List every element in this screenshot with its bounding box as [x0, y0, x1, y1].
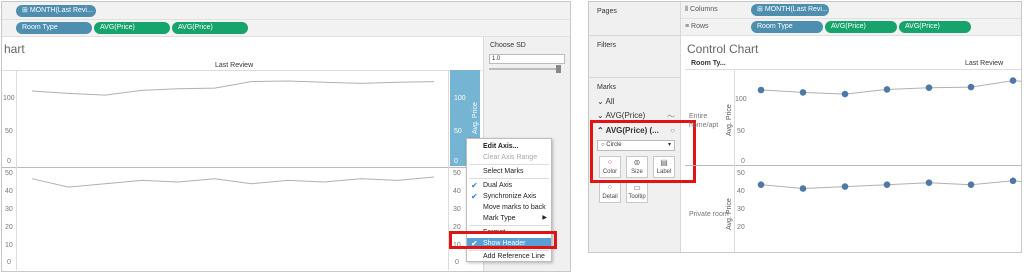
data-point	[1009, 177, 1017, 185]
rows-pill-avg-price-1[interactable]: AVG(Price)	[94, 22, 170, 34]
right-axis-tick: 100	[454, 95, 466, 102]
table-icon: ⊞	[757, 6, 765, 13]
axis-tick: 0	[741, 158, 745, 165]
rows-shelf: Room Type AVG(Price) AVG(Price)	[2, 20, 570, 37]
marks-title: Marks	[597, 84, 617, 91]
data-point	[925, 179, 933, 186]
columns-label: ⦀ Columns	[685, 6, 718, 13]
submenu-arrow-icon: ▶	[542, 215, 547, 221]
marks-avg-price-row[interactable]: ⌄ AVG(Price) 〜	[597, 111, 677, 121]
data-point	[967, 83, 975, 91]
parameter-title: Choose SD	[490, 42, 526, 49]
columns-pill[interactable]: ⊞ MONTH(Last Revi...	[16, 5, 96, 17]
right-axis-tick: 30	[453, 206, 461, 213]
chart-title: Control Chart	[687, 42, 759, 56]
column-header: Last Review	[215, 62, 254, 69]
right-axis-tick: 20	[453, 224, 461, 231]
axis-tick: 50	[737, 170, 745, 177]
series-line-0	[31, 80, 435, 96]
menu-item-clear-axis-range[interactable]: Clear Axis Range	[467, 152, 551, 163]
tooltip-icon: ▭	[633, 183, 641, 192]
columns-pill[interactable]: ⊞ MONTH(Last Revi...	[751, 4, 829, 16]
pages-card: Pages	[589, 2, 681, 36]
rows-pill-avg-price-2[interactable]: AVG(Price)	[172, 22, 248, 34]
data-point	[967, 181, 975, 188]
menu-separator	[469, 164, 549, 165]
parameter-slider-handle[interactable]	[556, 65, 561, 73]
axis-tick: 20	[737, 224, 745, 231]
rows-pill-room-type[interactable]: Room Type	[751, 21, 823, 33]
columns-shelf: ⊞ MONTH(Last Revi...	[2, 2, 570, 20]
axis-title: Avg. Price	[726, 198, 733, 230]
parameter-slider-track[interactable]	[489, 68, 559, 70]
annotation-highlight-show-header	[449, 231, 557, 249]
rows-label: ≡ Rows	[685, 23, 709, 30]
checkmark-icon: ✔	[471, 181, 478, 190]
marks-all-row[interactable]: ⌄ All	[597, 97, 614, 106]
column-header: Last Review	[965, 60, 1004, 67]
row-label-private-room: Private room	[689, 211, 729, 218]
row-header: Room Ty...	[691, 60, 726, 67]
chart-title: hart	[4, 42, 25, 56]
rows-pill-room-type[interactable]: Room Type	[16, 22, 92, 34]
columns-shelf: ⦀ Columns ⊞ MONTH(Last Revi...	[681, 2, 1021, 19]
data-point	[841, 90, 849, 98]
menu-item-synchronize-axis[interactable]: ✔ Synchronize Axis	[467, 191, 551, 202]
detail-icon: ⁘	[606, 183, 614, 192]
menu-item-select-marks[interactable]: Select Marks	[467, 166, 551, 177]
axis-tick: 40	[737, 188, 745, 195]
left-screenshot: ⊞ MONTH(Last Revi... Room Type AVG(Price…	[1, 1, 571, 272]
menu-separator	[469, 178, 549, 179]
series-line-1	[31, 176, 435, 188]
right-screenshot: Pages ⦀ Columns ⊞ MONTH(Last Revi... ≡ R…	[588, 1, 1022, 253]
data-point	[883, 86, 891, 93]
row-label-entire-home: Entire home/apt	[689, 113, 719, 129]
menu-separator	[469, 225, 549, 226]
columns-pill-label: MONTH(Last Revi...	[29, 7, 93, 14]
menu-item-add-reference-line[interactable]: Add Reference Line	[467, 251, 551, 262]
right-axis-title: Avg. Price	[472, 102, 479, 134]
data-point	[799, 185, 807, 192]
data-point	[799, 89, 807, 96]
menu-item-dual-axis[interactable]: ✔ Dual Axis	[467, 180, 551, 191]
annotation-highlight-marks	[590, 120, 696, 183]
right-axis-tick: 0	[454, 158, 458, 165]
right-axis-tick: 50	[454, 128, 462, 135]
table-icon: ⊞	[22, 7, 30, 14]
data-point	[883, 181, 891, 188]
axis-title: Avg. Price	[726, 104, 733, 136]
filters-card: Filters	[589, 36, 681, 78]
rows-shelf: ≡ Rows Room Type AVG(Price) AVG(Price)	[681, 19, 1021, 36]
menu-item-mark-type[interactable]: Mark Type ▶	[467, 213, 551, 224]
left-line-chart	[31, 80, 435, 188]
data-point	[841, 183, 849, 190]
rows-pill-avg-price-2[interactable]: AVG(Price)	[899, 21, 971, 33]
right-axis-tick: 0	[455, 259, 459, 266]
parameter-input[interactable]: 1.0	[489, 54, 565, 64]
data-point	[925, 84, 933, 91]
pages-label: Pages	[597, 8, 617, 15]
checkmark-icon: ✔	[471, 192, 478, 201]
menu-item-move-marks-to-back[interactable]: Move marks to back	[467, 202, 551, 213]
filters-label: Filters	[597, 42, 617, 49]
tooltip-button[interactable]: ▭ Tooltip	[626, 181, 648, 203]
data-point	[1009, 77, 1017, 84]
axis-tick: 30	[737, 206, 745, 213]
detail-button[interactable]: ⁘ Detail	[599, 181, 621, 203]
data-point	[757, 181, 765, 188]
right-axis-tick: 40	[453, 188, 461, 195]
menu-item-edit-axis[interactable]: Edit Axis...	[467, 141, 551, 152]
control-chart-plot	[757, 77, 1021, 192]
right-axis-tick: 50	[453, 170, 461, 177]
axis-tick: 100	[735, 96, 747, 103]
axis-tick: 50	[737, 128, 745, 135]
data-point	[757, 86, 765, 94]
rows-pill-avg-price-1[interactable]: AVG(Price)	[825, 21, 897, 33]
